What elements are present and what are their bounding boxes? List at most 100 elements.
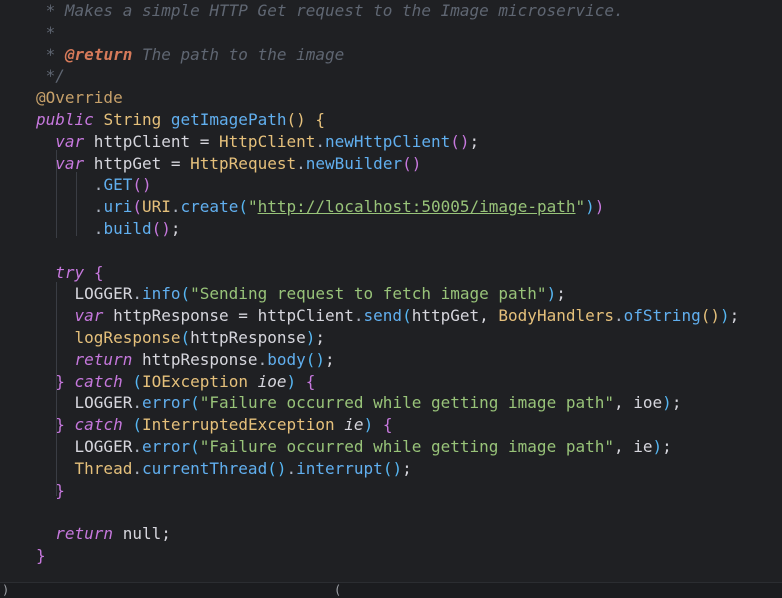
code-token-b3: ( bbox=[180, 284, 191, 304]
code-token-fn: newBuilder bbox=[305, 153, 403, 173]
code-token-str: "Sending request to fetch image path" bbox=[190, 284, 547, 304]
code-token-plain: ; bbox=[325, 349, 335, 369]
code-line[interactable]: return httpResponse.body(); bbox=[36, 349, 335, 370]
code-line[interactable]: public String getImagePath() { bbox=[36, 109, 325, 130]
code-token-comment: The path to the image bbox=[132, 44, 345, 64]
code-token-comment: * Makes a simple HTTP Get request to the… bbox=[36, 1, 624, 20]
code-line[interactable]: Thread.currentThread().interrupt(); bbox=[36, 458, 412, 479]
code-line[interactable]: var httpGet = HttpRequest.newBuilder() bbox=[36, 153, 421, 174]
code-token-comment: * bbox=[36, 44, 65, 64]
code-token-plain: LOGGER bbox=[36, 393, 133, 413]
code-token-plain: httpResponse = httpClient bbox=[103, 306, 354, 326]
code-token-punct: . bbox=[132, 393, 142, 413]
code-token-b3: ) bbox=[363, 415, 374, 435]
code-line[interactable]: var httpClient = HttpClient.newHttpClien… bbox=[36, 131, 479, 152]
code-token-fn: error bbox=[141, 393, 191, 413]
code-token-plain: , ioe bbox=[614, 393, 663, 413]
code-token-plain: ; bbox=[556, 284, 566, 304]
code-token-type: logResponse bbox=[36, 328, 181, 347]
code-token-b2: } bbox=[36, 546, 46, 565]
code-token-b3: ) bbox=[305, 328, 316, 347]
code-token-fn: ofString bbox=[623, 306, 701, 326]
code-token-plain: ; bbox=[729, 306, 740, 326]
code-token-b3: ) bbox=[585, 197, 595, 217]
code-line[interactable]: * @return The path to the image bbox=[36, 44, 345, 65]
code-token-b3: ) bbox=[286, 371, 297, 391]
code-token-punct: . bbox=[132, 458, 142, 478]
code-line[interactable]: try { bbox=[36, 262, 103, 283]
code-token-punct: . bbox=[257, 349, 268, 369]
code-line[interactable]: } bbox=[36, 480, 65, 501]
code-token-b2: ) bbox=[594, 197, 605, 217]
code-token-b2: () bbox=[450, 131, 470, 151]
code-token-param: ie bbox=[344, 415, 364, 435]
code-token-type: Thread bbox=[36, 458, 133, 478]
code-token-type: BodyHandlers bbox=[498, 306, 614, 326]
code-token-url: http://localhost:50005/image-path bbox=[257, 197, 576, 217]
code-line[interactable]: @Override bbox=[36, 87, 123, 108]
code-line[interactable]: } bbox=[36, 545, 46, 566]
code-token-fn: interrupt bbox=[296, 458, 383, 478]
code-token-b2: { bbox=[382, 415, 393, 435]
code-line[interactable]: .GET() bbox=[36, 174, 152, 195]
code-token-b3: ( bbox=[132, 371, 142, 391]
code-token-plain: httpGet, bbox=[411, 306, 499, 326]
code-line[interactable]: return null; bbox=[36, 523, 171, 544]
code-token-b2: () bbox=[151, 219, 171, 238]
code-line[interactable]: * bbox=[36, 22, 56, 43]
strip-mark-mid: ( bbox=[334, 583, 342, 597]
code-token-plain: httpResponse bbox=[190, 328, 306, 347]
code-token-annot: @Override bbox=[36, 88, 123, 108]
code-token-b3: ( bbox=[190, 437, 200, 456]
code-line[interactable]: LOGGER.error("Failure occurred while get… bbox=[36, 436, 672, 457]
code-line[interactable]: } catch (IOException ioe) { bbox=[36, 371, 315, 392]
code-token-kw: try bbox=[36, 262, 85, 282]
code-token-kw: catch bbox=[74, 415, 123, 435]
code-token-kw: var bbox=[36, 131, 85, 151]
code-token-b3: ( bbox=[402, 306, 412, 326]
code-editor[interactable]: * Makes a simple HTTP Get request to the… bbox=[0, 0, 782, 582]
code-token-type: InterruptedException bbox=[142, 415, 335, 435]
code-line[interactable]: } catch (InterruptedException ie) { bbox=[36, 414, 392, 435]
code-line[interactable]: logResponse(httpResponse); bbox=[36, 327, 325, 348]
code-token-punct: . bbox=[132, 284, 142, 304]
code-token-fn: uri bbox=[103, 197, 133, 217]
code-token-fn: getImagePath bbox=[170, 110, 287, 129]
code-token-str: " bbox=[247, 197, 258, 217]
code-token-punct: . bbox=[614, 306, 624, 326]
code-token-type: String bbox=[103, 110, 162, 129]
code-token-plain: ; bbox=[315, 328, 326, 347]
code-token-punct: . bbox=[36, 219, 104, 238]
code-line[interactable]: .uri(URI.create("http://localhost:50005/… bbox=[36, 196, 605, 217]
code-token-kw: var bbox=[36, 153, 85, 173]
code-line[interactable]: var httpResponse = httpClient.send(httpG… bbox=[36, 305, 740, 326]
code-token-b1: { bbox=[315, 110, 326, 129]
code-token-comment: */ bbox=[36, 66, 65, 86]
code-token-b2: } bbox=[36, 480, 65, 500]
code-line[interactable]: .build(); bbox=[36, 218, 181, 239]
code-token-b2: { bbox=[93, 262, 104, 282]
code-line[interactable]: * Makes a simple HTTP Get request to the… bbox=[36, 0, 624, 21]
code-token-punct: . bbox=[132, 437, 142, 456]
code-line[interactable]: LOGGER.error("Failure occurred while get… bbox=[36, 392, 682, 413]
code-line[interactable]: */ bbox=[36, 65, 65, 86]
code-token-b3: ( bbox=[132, 415, 142, 435]
code-token-plain: httpResponse bbox=[132, 349, 258, 369]
code-token-b1: () bbox=[286, 110, 306, 129]
code-line[interactable]: LOGGER.info("Sending request to fetch im… bbox=[36, 283, 566, 304]
code-token-b3: ) bbox=[546, 284, 557, 304]
code-token-b2: ( bbox=[132, 197, 142, 217]
code-token-kw: var bbox=[36, 306, 104, 326]
code-token-fn: info bbox=[141, 284, 181, 304]
code-token-plain: , ie bbox=[614, 437, 653, 456]
code-token-plain: ; bbox=[671, 393, 682, 413]
code-token-plain: httpGet = bbox=[84, 153, 191, 173]
code-token-plain: ; bbox=[662, 437, 672, 456]
